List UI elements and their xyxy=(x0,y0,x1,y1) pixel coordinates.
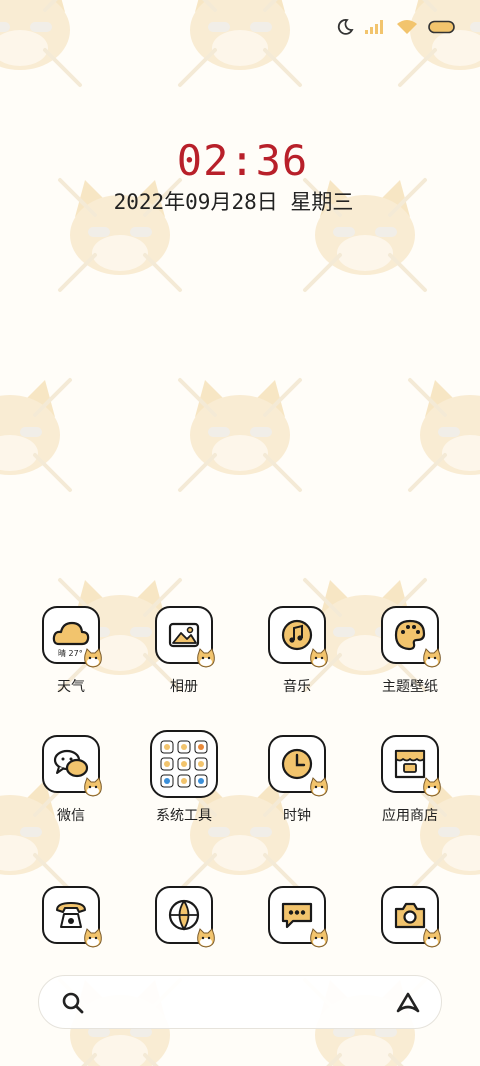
app-label: 时钟 xyxy=(283,808,311,824)
search-icon[interactable] xyxy=(61,991,85,1019)
battery-icon xyxy=(428,20,456,34)
doge-badge-icon xyxy=(82,928,104,948)
app-theme-wallpaper[interactable]: 主题壁纸 xyxy=(360,606,460,696)
app-tile[interactable] xyxy=(155,606,215,668)
app-tile[interactable] xyxy=(42,886,102,948)
app-tile[interactable] xyxy=(268,886,328,948)
app-tile[interactable] xyxy=(155,886,215,948)
doge-badge-icon xyxy=(308,648,330,668)
signal-icon xyxy=(364,19,386,35)
clock-icon xyxy=(280,747,314,781)
app-label: 主题壁纸 xyxy=(382,679,438,695)
app-tile[interactable] xyxy=(381,735,441,797)
doge-badge-icon xyxy=(195,928,217,948)
doge-badge-icon xyxy=(195,648,217,668)
app-store-icon xyxy=(392,747,428,781)
browser-icon xyxy=(167,898,201,932)
theme-palette-icon xyxy=(393,618,427,652)
app-system-tools-folder[interactable]: 系统工具 xyxy=(134,730,234,825)
wechat-icon xyxy=(52,747,90,781)
doge-badge-icon xyxy=(421,648,443,668)
app-label: 音乐 xyxy=(283,679,311,695)
app-store[interactable]: 应用商店 xyxy=(360,735,460,825)
dock-browser[interactable] xyxy=(134,886,234,948)
messages-icon xyxy=(280,900,314,930)
doge-badge-icon xyxy=(82,648,104,668)
tools-folder-icon xyxy=(158,738,210,790)
app-tile[interactable] xyxy=(381,886,441,948)
app-wechat[interactable]: 微信 xyxy=(21,735,121,825)
app-clock[interactable]: 时钟 xyxy=(247,735,347,825)
assistant-icon[interactable] xyxy=(395,991,421,1019)
phone-icon xyxy=(53,899,89,931)
weather-icon xyxy=(51,618,91,652)
app-tile[interactable]: 晴 27° xyxy=(42,606,102,668)
app-tile[interactable] xyxy=(268,606,328,668)
app-label: 相册 xyxy=(170,679,198,695)
wifi-icon xyxy=(396,19,418,35)
gallery-icon xyxy=(168,621,200,649)
status-bar xyxy=(336,18,456,36)
dock-messages[interactable] xyxy=(247,886,347,948)
app-tile[interactable] xyxy=(42,735,102,797)
app-tile[interactable] xyxy=(381,606,441,668)
clock-time[interactable]: 02:36 xyxy=(0,136,480,185)
app-label: 天气 xyxy=(57,679,85,695)
doge-badge-icon xyxy=(308,777,330,797)
search-bar[interactable] xyxy=(38,975,442,1029)
dock-camera[interactable] xyxy=(360,886,460,948)
doge-badge-icon xyxy=(421,928,443,948)
app-label: 微信 xyxy=(57,808,85,824)
app-label: 系统工具 xyxy=(156,808,212,824)
clock-date[interactable]: 2022年09月28日 星期三 xyxy=(0,186,467,216)
app-label: 应用商店 xyxy=(382,808,438,824)
moon-icon xyxy=(336,18,354,36)
dock-phone[interactable] xyxy=(21,886,121,948)
app-weather[interactable]: 晴 27° 天气 xyxy=(21,606,121,696)
folder-tile[interactable] xyxy=(150,730,218,798)
doge-badge-icon xyxy=(82,777,104,797)
app-gallery[interactable]: 相册 xyxy=(134,606,234,696)
app-music[interactable]: 音乐 xyxy=(247,606,347,696)
weather-temp: 晴 27° xyxy=(58,649,83,658)
music-icon xyxy=(280,618,314,652)
app-tile[interactable] xyxy=(268,735,328,797)
camera-icon xyxy=(393,900,427,930)
doge-badge-icon xyxy=(308,928,330,948)
doge-badge-icon xyxy=(421,777,443,797)
